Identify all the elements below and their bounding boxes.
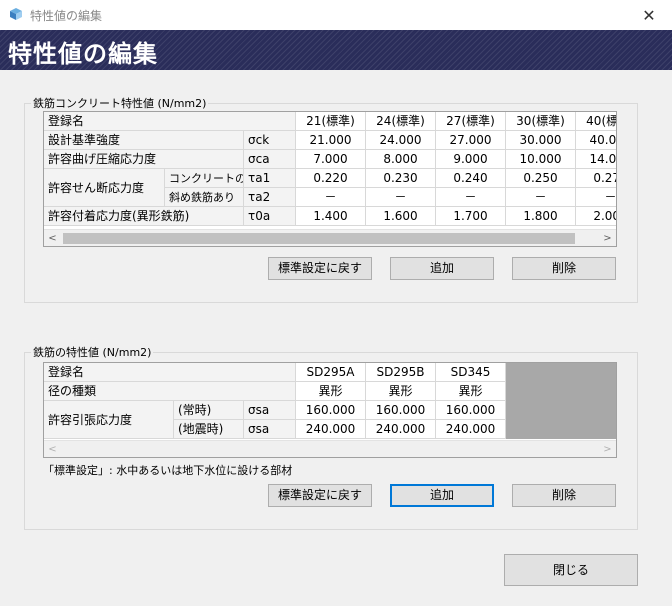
rebar-col-sd295a[interactable]: SD295A — [296, 363, 366, 382]
concrete-col-40[interactable]: 40(標準) — [576, 112, 616, 131]
concrete-col-30[interactable]: 30(標準) — [506, 112, 576, 131]
concrete-grid[interactable]: 登録名 21(標準) 24(標準) 27(標準) 30(標準) 40(標準) 設… — [43, 111, 617, 247]
ta2-value-30[interactable]: － — [506, 188, 576, 207]
type-value-sd295a[interactable]: 異形 — [296, 382, 366, 401]
concrete-delete-button[interactable]: 削除 — [512, 257, 616, 280]
row-symbol-ta2: τa2 — [244, 188, 296, 207]
row-sublabel-ta1: コンクリートのみ — [165, 169, 244, 188]
concrete-add-button[interactable]: 追加 — [390, 257, 494, 280]
scroll-thumb[interactable] — [63, 233, 575, 244]
rebar-note: 「標準設定」: 水中あるいは地下水位に設ける部材 — [43, 464, 293, 477]
concrete-hscrollbar[interactable]: < > — [44, 229, 616, 246]
row-symbol-ta1: τa1 — [244, 169, 296, 188]
ta2-value-40[interactable]: － — [576, 188, 616, 207]
rebar-add-button[interactable]: 追加 — [390, 484, 494, 507]
row-label-t0a: 許容付着応力度(異形鉄筋) — [44, 207, 244, 226]
seismic-value-sd295b[interactable]: 240.000 — [366, 420, 436, 439]
row-label-fca: 許容曲げ圧縮応力度 — [44, 150, 244, 169]
fck-value-30[interactable]: 30.000 — [506, 131, 576, 150]
rebar-seismic-symbol: σsa — [244, 420, 296, 439]
rebar-normal-sublabel: (常時) — [174, 401, 244, 420]
t0a-value-27[interactable]: 1.700 — [436, 207, 506, 226]
type-value-sd345[interactable]: 異形 — [436, 382, 506, 401]
t0a-value-30[interactable]: 1.800 — [506, 207, 576, 226]
rebar-grid[interactable]: 登録名 SD295A SD295B SD345 径の種類 異形 異形 異形 許容… — [43, 362, 617, 458]
rebar-scroll-left-icon[interactable]: < — [44, 441, 61, 457]
row-sublabel-ta2: 斜め鉄筋あり — [165, 188, 244, 207]
ta1-value-27[interactable]: 0.240 — [436, 169, 506, 188]
rebar-hscrollbar[interactable]: < > — [44, 440, 616, 457]
t0a-value-21[interactable]: 1.400 — [296, 207, 366, 226]
concrete-col-27[interactable]: 27(標準) — [436, 112, 506, 131]
scroll-right-icon[interactable]: > — [599, 230, 616, 246]
fca-value-40[interactable]: 14.000 — [576, 150, 616, 169]
ta1-value-30[interactable]: 0.250 — [506, 169, 576, 188]
fca-value-24[interactable]: 8.000 — [366, 150, 436, 169]
rebar-normal-symbol: σsa — [244, 401, 296, 420]
scroll-left-icon[interactable]: < — [44, 230, 61, 246]
fck-value-27[interactable]: 27.000 — [436, 131, 506, 150]
row-label-fck: 設計基準強度 — [44, 131, 244, 150]
t0a-value-40[interactable]: 2.000 — [576, 207, 616, 226]
close-window-icon[interactable]: ✕ — [626, 0, 672, 30]
type-value-sd295b[interactable]: 異形 — [366, 382, 436, 401]
row-symbol-fca: σca — [244, 150, 296, 169]
window-title: 特性値の編集 — [30, 9, 103, 23]
rebar-col-sd345[interactable]: SD345 — [436, 363, 506, 382]
rebar-delete-button[interactable]: 削除 — [512, 484, 616, 507]
close-button[interactable]: 閉じる — [504, 554, 638, 586]
normal-value-sd345[interactable]: 160.000 — [436, 401, 506, 420]
fca-value-30[interactable]: 10.000 — [506, 150, 576, 169]
ta1-value-21[interactable]: 0.220 — [296, 169, 366, 188]
concrete-col-24[interactable]: 24(標準) — [366, 112, 436, 131]
concrete-header-label: 登録名 — [44, 112, 296, 131]
row-symbol-t0a: τ0a — [244, 207, 296, 226]
ta2-value-27[interactable]: － — [436, 188, 506, 207]
rebar-col-sd295b[interactable]: SD295B — [366, 363, 436, 382]
ta2-value-21[interactable]: － — [296, 188, 366, 207]
banner-title: 特性値の編集 — [8, 40, 158, 68]
row-symbol-fck: σck — [244, 131, 296, 150]
title-bar: 特性値の編集 ✕ — [0, 0, 672, 30]
fck-value-21[interactable]: 21.000 — [296, 131, 366, 150]
seismic-value-sd295a[interactable]: 240.000 — [296, 420, 366, 439]
rebar-reset-button[interactable]: 標準設定に戻す — [268, 484, 372, 507]
fca-value-27[interactable]: 9.000 — [436, 150, 506, 169]
fck-value-40[interactable]: 40.000 — [576, 131, 616, 150]
rebar-seismic-sublabel: (地震時) — [174, 420, 244, 439]
ta2-value-24[interactable]: － — [366, 188, 436, 207]
concrete-col-21[interactable]: 21(標準) — [296, 112, 366, 131]
t0a-value-24[interactable]: 1.600 — [366, 207, 436, 226]
rebar-type-label: 径の種類 — [44, 382, 296, 401]
fca-value-21[interactable]: 7.000 — [296, 150, 366, 169]
app-icon — [10, 8, 22, 20]
concrete-group-legend: 鉄筋コンクリート特性値 (N/mm2) — [33, 97, 207, 110]
header-banner: 特性値の編集 — [0, 30, 672, 70]
ta1-value-24[interactable]: 0.230 — [366, 169, 436, 188]
rebar-empty-area — [506, 363, 616, 439]
rebar-scroll-right-icon[interactable]: > — [599, 441, 616, 457]
rebar-header-label: 登録名 — [44, 363, 296, 382]
row-label-shear: 許容せん断応力度 — [44, 169, 165, 207]
rebar-group-legend: 鉄筋の特性値 (N/mm2) — [33, 346, 152, 359]
normal-value-sd295b[interactable]: 160.000 — [366, 401, 436, 420]
concrete-reset-button[interactable]: 標準設定に戻す — [268, 257, 372, 280]
normal-value-sd295a[interactable]: 160.000 — [296, 401, 366, 420]
rebar-tension-label: 許容引張応力度 — [44, 401, 174, 439]
fck-value-24[interactable]: 24.000 — [366, 131, 436, 150]
ta1-value-40[interactable]: 0.270 — [576, 169, 616, 188]
seismic-value-sd345[interactable]: 240.000 — [436, 420, 506, 439]
